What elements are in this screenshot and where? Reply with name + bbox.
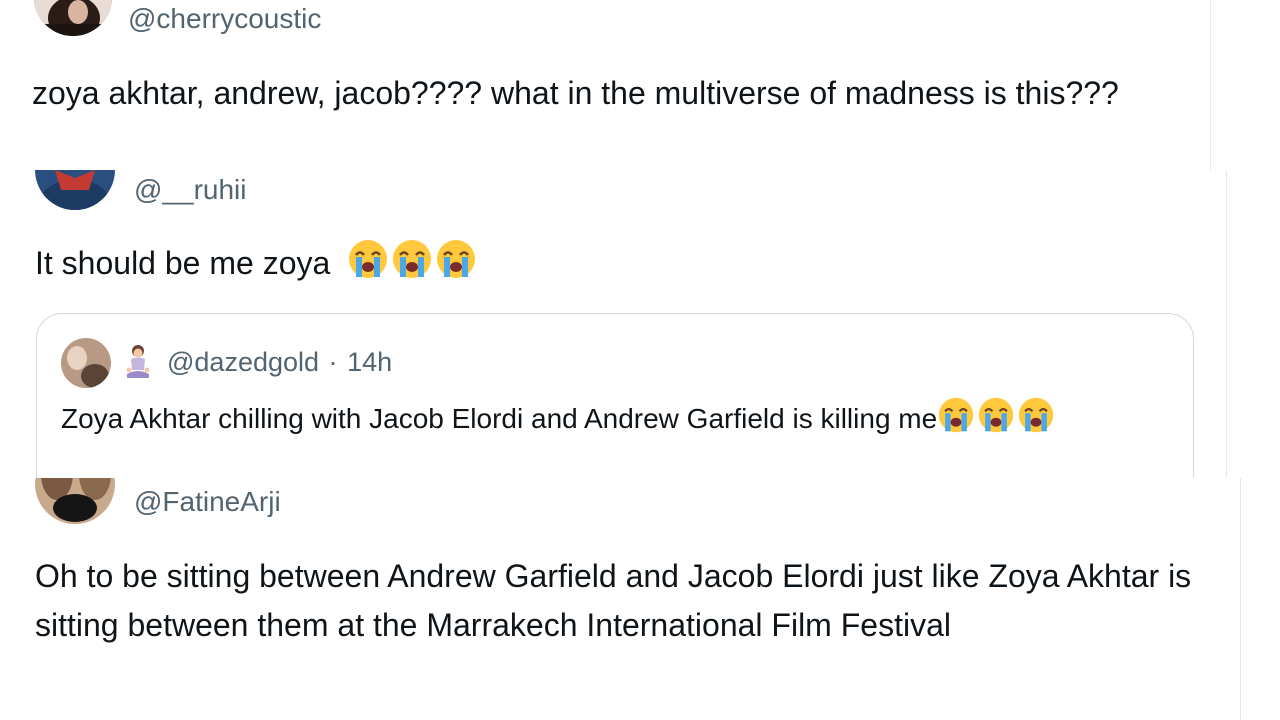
avatar-photo-icon [35,170,115,210]
quoted-timestamp[interactable]: 14h [347,347,392,377]
tweet-handle[interactable]: @cherrycoustic [128,3,321,35]
meditating-woman-icon [125,344,151,385]
loudly-crying-face-icon [347,238,389,280]
avatar-photo-icon [35,478,115,524]
tweet-panel-ruhii: @__ruhii It should be me zoya @dazedgold… [0,170,1228,478]
divider [1210,0,1211,170]
avatar[interactable] [35,170,115,210]
tweet-text: Oh to be sitting between Andrew Garfield… [35,558,1192,643]
loudly-crying-face-icon [391,238,433,280]
loudly-crying-face-icon [977,396,1015,434]
loudly-crying-face-icon [435,238,477,280]
tweet-text: zoya akhtar, andrew, jacob???? what in t… [32,75,1119,111]
quoted-handle[interactable]: @dazedgold [167,347,319,377]
tweet-panel-fatinearji: @FatineArji Oh to be sitting between And… [0,478,1242,720]
quoted-tweet-card[interactable]: @dazedgold · 14h Zoya Akhtar chilling wi… [36,313,1194,478]
loudly-crying-face-icon [937,396,975,434]
divider [1240,478,1241,720]
avatar-photo-icon [61,338,111,388]
tweet-text-row: It should be me zoya [35,238,477,288]
quoted-handle-row: @dazedgold · 14h [167,346,392,378]
quoted-text-block: Zoya Akhtar chilling with Jacob Elordi a… [61,396,1151,440]
divider [1226,170,1227,478]
tweet-handle[interactable]: @FatineArji [134,486,281,518]
avatar[interactable] [34,0,112,36]
avatar[interactable] [35,478,115,524]
tweet-panel-cherrycoustic: @cherrycoustic zoya akhtar, andrew, jaco… [0,0,1212,170]
tweet-handle[interactable]: @__ruhii [134,174,246,206]
loudly-crying-face-icon [1017,396,1055,434]
quoted-text: Zoya Akhtar chilling with Jacob Elordi a… [61,403,938,434]
quoted-avatar[interactable] [61,338,111,388]
separator-dot: · [328,347,338,377]
tweet-text: It should be me zoya [35,245,331,281]
avatar-photo-icon [34,0,112,36]
